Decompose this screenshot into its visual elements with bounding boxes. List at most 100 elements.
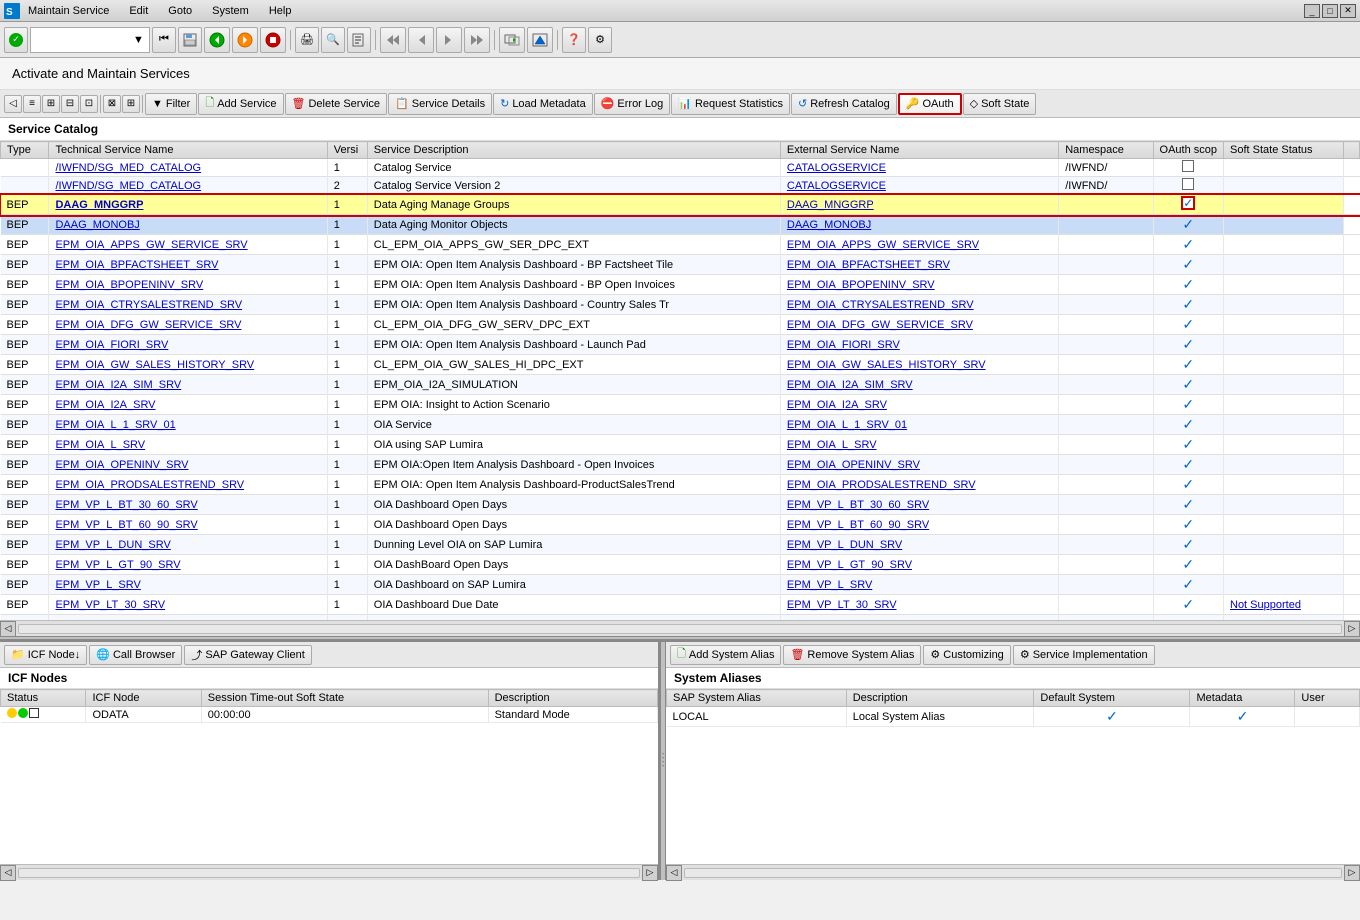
service-impl-button[interactable]: ⚙ Service Implementation: [1013, 645, 1155, 665]
find-next-button[interactable]: [347, 27, 371, 53]
maximize-button[interactable]: □: [1322, 4, 1338, 18]
menu-maintain-service[interactable]: Maintain Service: [24, 4, 113, 18]
remove-alias-button[interactable]: 🗑 Remove System Alias: [783, 645, 921, 665]
catalog-table-container[interactable]: Type Technical Service Name Versi Servic…: [0, 141, 1360, 620]
catalog-row[interactable]: BEPEPM_OIA_I2A_SRV1EPM OIA: Insight to A…: [1, 395, 1360, 415]
row-version: 1: [327, 275, 367, 295]
nav-list-btn[interactable]: ≡: [23, 95, 41, 113]
alias-hscroll-right[interactable]: ▷: [1344, 865, 1360, 881]
catalog-row[interactable]: /IWFND/SG_MED_CATALOG1Catalog ServiceCAT…: [1, 159, 1360, 177]
row-type: BEP: [1, 435, 49, 455]
catalog-row[interactable]: BEPEPM_VP_LT_30_SRV1OIA Dashboard Due Da…: [1, 595, 1360, 615]
service-details-button[interactable]: 📋 Service Details: [388, 93, 492, 115]
catalog-row[interactable]: BEPDAAG_MNGGRP1Data Aging Manage GroupsD…: [1, 195, 1360, 215]
icf-hscroll[interactable]: ◁ ▷: [0, 864, 658, 880]
check-button[interactable]: ✓: [4, 27, 28, 53]
catalog-row[interactable]: BEPEPM_OIA_OPENINV_SRV1EPM OIA:Open Item…: [1, 455, 1360, 475]
save-button[interactable]: [178, 27, 202, 53]
add-service-button[interactable]: 🗋 Add Service: [198, 93, 283, 115]
oauth-button[interactable]: 🔑 OAuth: [898, 93, 962, 115]
alias-hscroll-left[interactable]: ◁: [666, 865, 682, 881]
stop-button[interactable]: [260, 27, 286, 53]
soft-state-button[interactable]: ◇ Soft State: [963, 93, 1037, 115]
add-alias-button[interactable]: 🗋 Add System Alias: [670, 645, 781, 665]
catalog-row[interactable]: BEPEPM_OIA_APPS_GW_SERVICE_SRV1CL_EPM_OI…: [1, 235, 1360, 255]
help-button[interactable]: ❓: [562, 27, 586, 53]
icf-hscroll-left[interactable]: ◁: [0, 865, 16, 881]
page-last-button[interactable]: [464, 27, 490, 53]
catalog-row[interactable]: BEPDAAG_MONOBJ1Data Aging Monitor Object…: [1, 215, 1360, 235]
catalog-row[interactable]: BEPEPM_OIA_FIORI_SRV1EPM OIA: Open Item …: [1, 335, 1360, 355]
nav-icon-b[interactable]: ⊞: [122, 95, 140, 113]
minimize-button[interactable]: _: [1304, 4, 1320, 18]
hscroll-left[interactable]: ◁: [0, 621, 16, 637]
alias-default-cell: ✓: [1034, 707, 1190, 727]
row-type: BEP: [1, 535, 49, 555]
nav-back-btn[interactable]: ◁: [4, 95, 22, 113]
icf-table-container[interactable]: Status ICF Node Session Time-out Soft St…: [0, 689, 658, 864]
catalog-row[interactable]: /IWFND/SG_MED_CATALOG2Catalog Service Ve…: [1, 177, 1360, 195]
menu-edit[interactable]: Edit: [125, 4, 152, 18]
row-description: Catalog Service: [367, 159, 780, 177]
menu-goto[interactable]: Goto: [164, 4, 196, 18]
filter-button[interactable]: ▼ Filter: [145, 93, 197, 115]
command-input[interactable]: ▼: [30, 27, 150, 53]
nav-detail-btn[interactable]: ⊡: [80, 95, 98, 113]
hscroll-right[interactable]: ▷: [1344, 621, 1360, 637]
row-soft-state: [1224, 395, 1344, 415]
delete-service-button[interactable]: 🗑 Delete Service: [285, 93, 388, 115]
nav-tree-btn[interactable]: ⊞: [42, 95, 60, 113]
aliases-hscroll[interactable]: ◁ ▷: [666, 864, 1360, 880]
customizing-button[interactable]: ⚙ Customizing: [923, 645, 1010, 665]
customize-button[interactable]: ⚙: [588, 27, 612, 53]
catalog-row[interactable]: BEPEPM_OIA_L_SRV1OIA using SAP LumiraEPM…: [1, 435, 1360, 455]
catalog-row[interactable]: BEPEPM_OIA_GW_SALES_HISTORY_SRV1CL_EPM_O…: [1, 355, 1360, 375]
page-prev-button[interactable]: [408, 27, 434, 53]
find-button[interactable]: 🔍: [321, 27, 345, 53]
forward-button[interactable]: [232, 27, 258, 53]
catalog-row[interactable]: BEPEPM_OIA_BPFACTSHEET_SRV1EPM OIA: Open…: [1, 255, 1360, 275]
icf-node-button[interactable]: 📁 ICF Node↓: [4, 645, 87, 665]
catalog-hscroll[interactable]: ◁ ▷: [0, 620, 1360, 636]
request-statistics-button[interactable]: 📊 Request Statistics: [671, 93, 790, 115]
sap-gateway-button[interactable]: ⤴ SAP Gateway Client: [184, 645, 311, 665]
menu-help[interactable]: Help: [265, 4, 296, 18]
catalog-row[interactable]: BEPEPM_OIA_CTRYSALESTREND_SRV1EPM OIA: O…: [1, 295, 1360, 315]
catalog-row[interactable]: BEPEPM_OIA_L_1_SRV_011OIA ServiceEPM_OIA…: [1, 415, 1360, 435]
command-field[interactable]: [33, 34, 133, 46]
alias-hscroll-track[interactable]: [684, 868, 1342, 878]
page-first-button[interactable]: [380, 27, 406, 53]
close-button[interactable]: ✕: [1340, 4, 1356, 18]
create-mode-button[interactable]: [527, 27, 553, 53]
menu-system[interactable]: System: [208, 4, 253, 18]
catalog-row[interactable]: BEPEPM_OIA_I2A_SIM_SRV1EPM_OIA_I2A_SIMUL…: [1, 375, 1360, 395]
catalog-row[interactable]: BEPEPM_VP_L_BT_60_90_SRV1OIA Dashboard O…: [1, 515, 1360, 535]
nav-icon-a[interactable]: ⊠: [103, 95, 121, 113]
aliases-table-container[interactable]: SAP System Alias Description Default Sys…: [666, 689, 1360, 864]
back-button[interactable]: [204, 27, 230, 53]
catalog-row[interactable]: BEPEPM_VP_L_SRV1OIA Dashboard on SAP Lum…: [1, 575, 1360, 595]
error-log-button[interactable]: ⛔ Error Log: [594, 93, 671, 115]
catalog-row[interactable]: BEPEPM_OIA_BPOPENINV_SRV1EPM OIA: Open I…: [1, 275, 1360, 295]
dropdown-arrow[interactable]: ▼: [133, 34, 144, 46]
catalog-row[interactable]: BEPEPM_VP_L_BT_30_60_SRV1OIA Dashboard O…: [1, 495, 1360, 515]
print-button[interactable]: 🖨: [295, 27, 319, 53]
catalog-row[interactable]: BEPEPM_VP_L_DUN_SRV1Dunning Level OIA on…: [1, 535, 1360, 555]
page-next-button[interactable]: [436, 27, 462, 53]
icf-row[interactable]: ODATA 00:00:00 Standard Mode: [1, 707, 658, 723]
refresh-catalog-button[interactable]: ↺ Refresh Catalog: [791, 93, 897, 115]
row-namespace: [1059, 195, 1153, 215]
row-version: 1: [327, 215, 367, 235]
catalog-row[interactable]: BEPEPM_VP_L_GT_90_SRV1OIA DashBoard Open…: [1, 555, 1360, 575]
alias-row[interactable]: LOCAL Local System Alias ✓ ✓: [667, 707, 1360, 727]
nav-hierarchy-btn[interactable]: ⊟: [61, 95, 79, 113]
load-metadata-button[interactable]: ↻ Load Metadata: [493, 93, 593, 115]
catalog-row[interactable]: BEPEPM_OIA_DFG_GW_SERVICE_SRV1CL_EPM_OIA…: [1, 315, 1360, 335]
new-session-button[interactable]: [499, 27, 525, 53]
icf-hscroll-track[interactable]: [18, 868, 640, 878]
nav-start-button[interactable]: ⏮: [152, 27, 176, 53]
call-browser-button[interactable]: 🌐 Call Browser: [89, 645, 182, 665]
hscroll-track[interactable]: [18, 624, 1342, 634]
catalog-row[interactable]: BEPEPM_OIA_PRODSALESTREND_SRV1EPM OIA: O…: [1, 475, 1360, 495]
icf-hscroll-right[interactable]: ▷: [642, 865, 658, 881]
